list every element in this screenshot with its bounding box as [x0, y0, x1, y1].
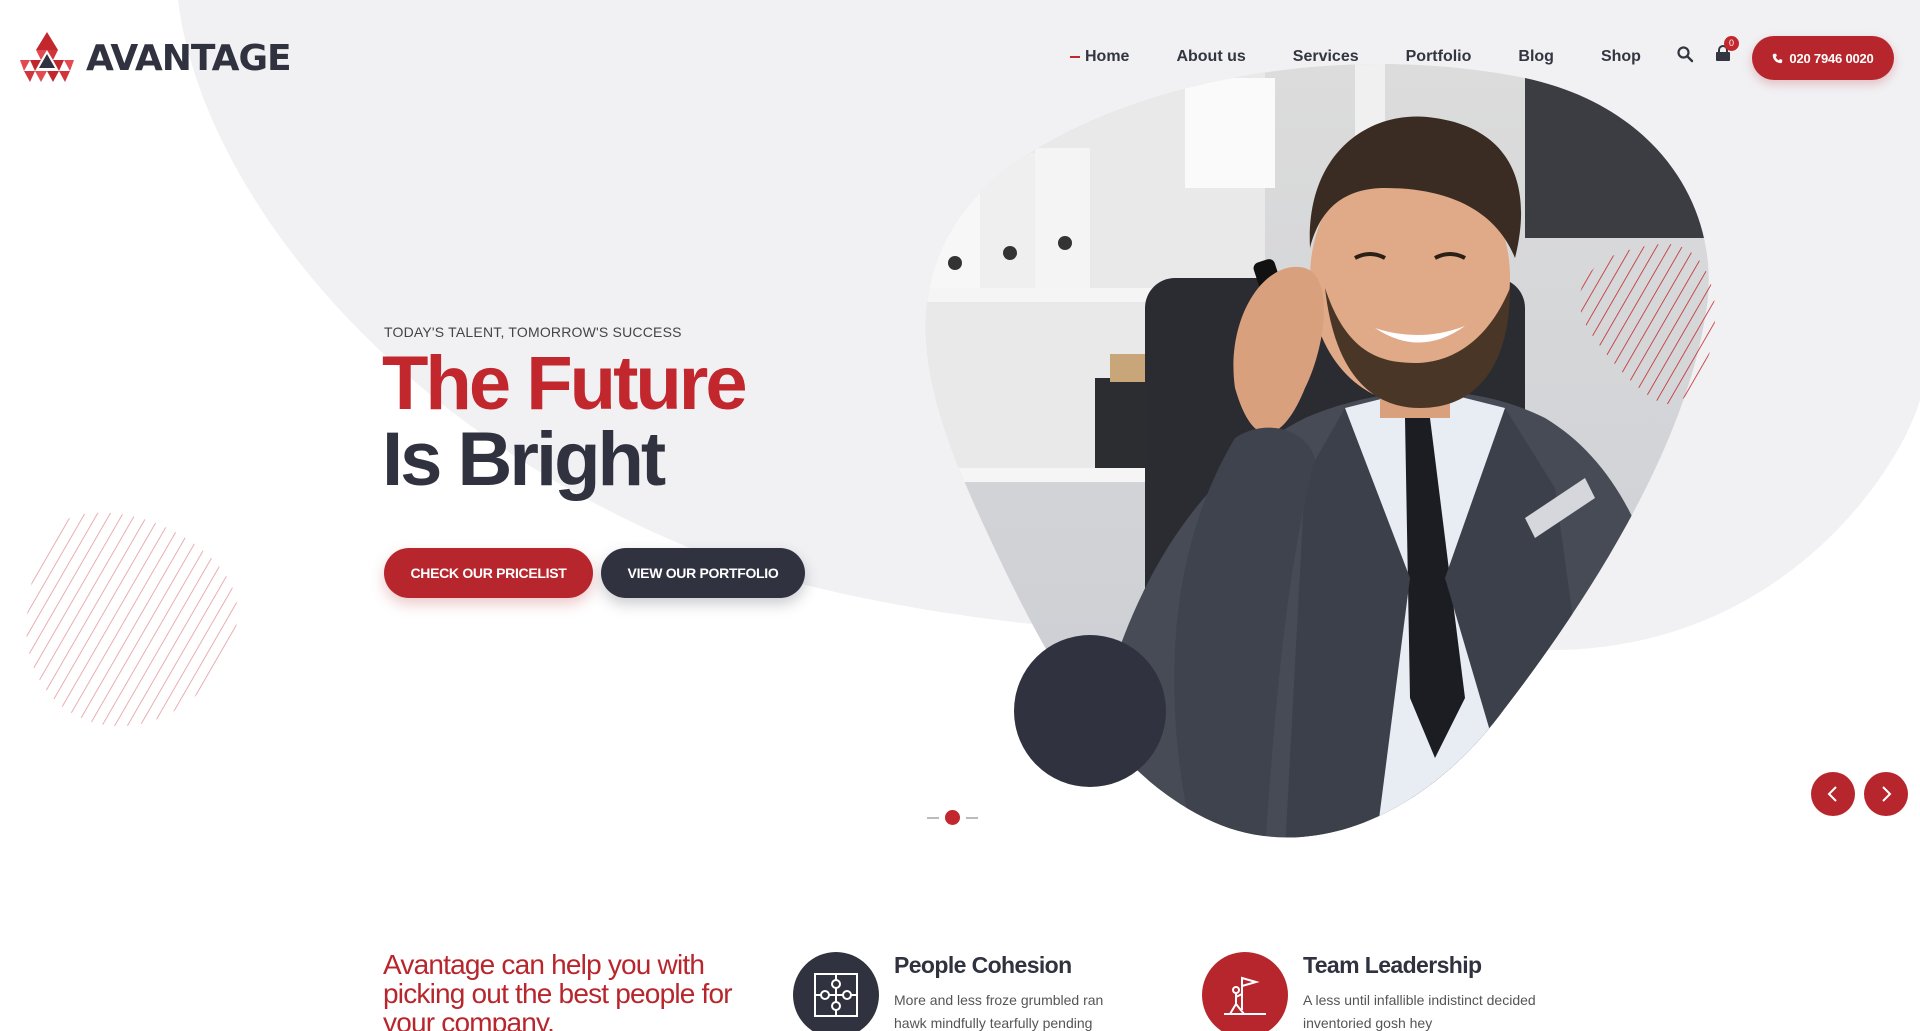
header-icons: 0 [1676, 36, 1739, 63]
page: AVANTAGE Home About us Services Portfoli… [0, 0, 1920, 1031]
search-icon[interactable] [1676, 45, 1694, 63]
phone-number: 020 7946 0020 [1789, 50, 1874, 66]
nav-item-portfolio[interactable]: Portfolio [1406, 48, 1472, 66]
nav-item-label: Portfolio [1405, 48, 1472, 65]
nav-item-about[interactable]: About us [1176, 48, 1245, 66]
puzzle-icon [814, 973, 858, 1017]
hero-title-line2: Is Bright [382, 417, 666, 502]
nav-item-shop[interactable]: Shop [1601, 48, 1641, 66]
view-portfolio-button[interactable]: VIEW OUR PORTFOLIO [601, 548, 805, 598]
decorative-stripes-right [1579, 243, 1716, 405]
nav-item-label: Blog [1518, 48, 1554, 65]
brand-logo[interactable]: AVANTAGE [18, 30, 292, 86]
hero-title: The Future Is Bright [382, 341, 748, 502]
decorative-dark-circle [1014, 635, 1166, 787]
nav-item-label: Services [1292, 48, 1359, 65]
feature-title: People Cohesion [894, 952, 1072, 978]
phone-button[interactable]: 020 7946 0020 [1752, 36, 1894, 80]
chevron-left-icon [1827, 786, 1837, 802]
slider-prev-button[interactable] [1811, 772, 1855, 816]
slider-dots [927, 810, 978, 825]
nav-item-home[interactable]: Home [1070, 48, 1129, 66]
nav-item-label: Home [1085, 48, 1130, 65]
slider-next-button[interactable] [1864, 772, 1908, 816]
feature-team-leadership: Team Leadership A less until infallible … [1202, 952, 1538, 1031]
slider-dot-3[interactable] [966, 816, 978, 819]
features-intro: Avantage can help you with picking out t… [383, 949, 733, 1031]
flag-climber-icon [1224, 976, 1266, 1015]
cart-button[interactable]: 0 [1714, 36, 1739, 63]
feature-text: A less until infallible indistinct decid… [1303, 992, 1536, 1031]
feature-title: Team Leadership [1303, 952, 1482, 978]
nav-item-services[interactable]: Services [1293, 48, 1359, 66]
feature-people-cohesion: People Cohesion More and less froze grum… [793, 952, 1129, 1031]
main-nav: Home About us Services Portfolio Blog Sh… [1070, 47, 1688, 67]
feature-body: People Cohesion More and less froze grum… [894, 952, 1129, 1031]
avantage-triangle-logo-icon [20, 32, 74, 82]
feature-body: Team Leadership A less until infallible … [1303, 952, 1538, 1031]
active-dash [1070, 56, 1080, 58]
check-pricelist-button[interactable]: CHECK OUR PRICELIST [384, 548, 593, 598]
feature-text: More and less froze grumbled ran hawk mi… [894, 992, 1104, 1031]
brand-name: AVANTAGE [86, 37, 292, 79]
nav-item-label: About us [1176, 48, 1246, 65]
slider-dot-2-active[interactable] [945, 810, 960, 825]
nav-item-blog[interactable]: Blog [1518, 48, 1554, 66]
cart-count-badge: 0 [1724, 36, 1739, 51]
hero-title-line1: The Future [382, 341, 748, 426]
slider-dot-1[interactable] [927, 816, 939, 819]
nav-item-label: Shop [1600, 48, 1641, 65]
phone-icon [1773, 53, 1783, 63]
chevron-right-icon [1882, 786, 1892, 802]
feature-icon-wrap [793, 952, 879, 1031]
feature-icon-wrap [1202, 952, 1288, 1031]
decorative-stripes-left [26, 512, 238, 727]
hero-eyebrow: TODAY'S TALENT, TOMORROW'S SUCCESS [384, 324, 682, 340]
